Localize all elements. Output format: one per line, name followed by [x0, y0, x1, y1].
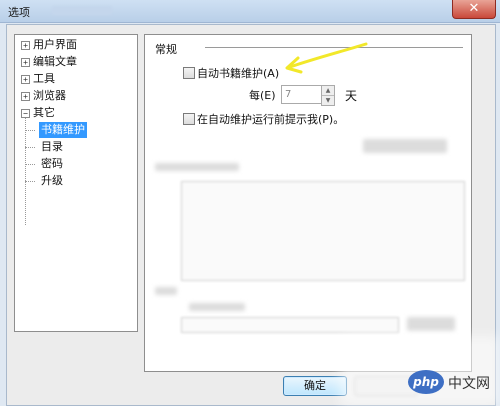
- php-logo-icon: php: [408, 370, 444, 394]
- ok-button[interactable]: 确定: [283, 376, 347, 396]
- watermark-text: 中文网: [448, 376, 490, 392]
